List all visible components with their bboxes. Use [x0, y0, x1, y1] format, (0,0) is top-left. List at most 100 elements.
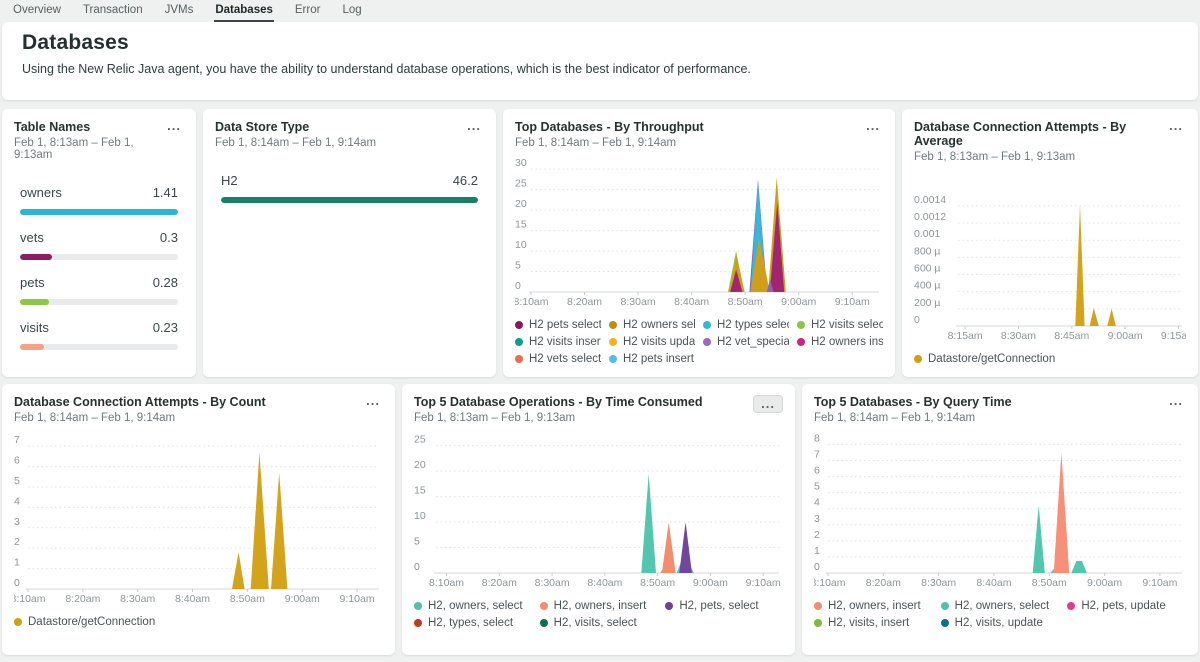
legend-item[interactable]: H2 owners select	[609, 319, 695, 331]
legend-item[interactable]: H2, owners, insert	[814, 600, 933, 612]
bar-value: 0.28	[153, 275, 178, 290]
bar-list: owners1.41vets0.3pets0.28visits0.23	[14, 167, 184, 350]
bar-list: H246.2	[215, 155, 484, 203]
legend-item[interactable]: H2, visits, insert	[814, 617, 933, 629]
legend-item[interactable]: H2, types, select	[414, 617, 532, 629]
connection-count-chart[interactable]: 012345678:10am8:20am8:30am8:40am8:50am9:…	[14, 432, 383, 606]
legend-label: H2 owners select	[623, 319, 695, 331]
legend-item[interactable]: H2 visits insert	[515, 336, 601, 348]
ellipsis-menu-icon[interactable]: ...	[363, 395, 383, 407]
legend-color-dot	[515, 355, 523, 363]
nav-tab-databases[interactable]: Databases	[214, 0, 274, 22]
top-tab-bar: Overview Transaction JVMs Databases Error Log	[0, 0, 1200, 22]
legend-item[interactable]: H2 pets select	[515, 319, 601, 331]
x-axis-label: 8:15am	[948, 330, 983, 342]
legend-item[interactable]: H2 pets insert	[609, 353, 695, 365]
legend-color-dot	[814, 619, 822, 627]
legend-item[interactable]: H2 vet_specialti…	[703, 336, 789, 348]
legend-label: H2 owners insert	[811, 336, 883, 348]
y-axis-label: 5	[814, 481, 820, 493]
legend-item[interactable]: H2 types select	[703, 319, 789, 331]
nav-tab-transaction[interactable]: Transaction	[82, 0, 144, 22]
y-axis-label: 4	[814, 497, 820, 509]
ellipsis-menu-icon[interactable]: ...	[464, 120, 484, 132]
legend-item[interactable]: H2 owners insert	[797, 336, 883, 348]
chart-series-area	[1071, 561, 1087, 573]
legend-label: H2, visits, update	[955, 617, 1043, 629]
y-axis-label: 0	[414, 561, 420, 573]
connection-average-chart[interactable]: 0200 µ400 µ600 µ800 µ0.0010.00120.00148:…	[914, 193, 1186, 343]
page-description: Using the New Relic Java agent, you have…	[22, 62, 1178, 76]
y-axis-label: 0.0014	[914, 194, 946, 206]
y-axis-label: 15	[414, 485, 426, 497]
time-consumed-chart[interactable]: 05101520258:10am8:20am8:30am8:40am8:50am…	[414, 432, 783, 590]
y-axis-label: 7	[814, 449, 820, 461]
chart-series-area	[251, 452, 269, 589]
legend-item[interactable]: H2 visits select	[797, 319, 883, 331]
y-axis-label: 30	[515, 157, 527, 169]
ellipsis-menu-icon[interactable]: ...	[1166, 120, 1186, 132]
nav-tab-error[interactable]: Error	[294, 0, 322, 22]
legend-item[interactable]: H2, owners, select	[414, 600, 532, 612]
throughput-chart[interactable]: 0510152025308:10am8:20am8:30am8:40am8:50…	[515, 157, 883, 309]
nav-tab-jvms[interactable]: JVMs	[164, 0, 195, 22]
legend-item[interactable]: Datastore/getConnection	[14, 616, 383, 628]
card-date-range: Feb 1, 8:13am – Feb 1, 9:13am	[14, 137, 164, 161]
nav-tab-log[interactable]: Log	[341, 0, 362, 22]
card-date-range: Feb 1, 8:13am – Feb 1, 9:13am	[414, 412, 703, 424]
y-axis-label: 0.001	[914, 228, 940, 240]
legend-color-dot	[414, 602, 422, 610]
y-axis-label: 10	[515, 239, 527, 251]
bar-track	[20, 209, 178, 215]
y-axis-label: 8	[814, 432, 820, 444]
x-axis-label: 8:20am	[567, 296, 602, 308]
card-date-range: Feb 1, 8:13am – Feb 1, 9:13am	[914, 151, 1166, 163]
legend-item[interactable]: H2, pets, update	[1067, 600, 1186, 612]
legend-color-dot	[540, 619, 548, 627]
ellipsis-menu-icon[interactable]: ...	[753, 395, 783, 413]
y-axis-label: 5	[515, 260, 521, 272]
bar-track	[221, 197, 478, 203]
ellipsis-menu-icon[interactable]: ...	[1166, 395, 1186, 407]
y-axis-label: 5	[414, 536, 420, 548]
chart-canvas: 05101520258:10am8:20am8:30am8:40am8:50am…	[414, 432, 783, 590]
legend-label: H2, owners, insert	[554, 600, 647, 612]
legend-item[interactable]: H2, visits, select	[540, 617, 658, 629]
x-axis-label: 8:30am	[120, 593, 155, 605]
legend-label: Datastore/getConnection	[28, 616, 155, 628]
bar-row: pets0.28	[14, 275, 184, 305]
legend-item[interactable]: H2, visits, update	[941, 617, 1060, 629]
y-axis-label: 0	[14, 577, 20, 589]
legend-color-dot	[515, 338, 523, 346]
legend-label: H2 pets select	[529, 319, 601, 331]
ellipsis-menu-icon[interactable]: ...	[164, 120, 184, 132]
x-axis-label: 9:00am	[693, 577, 728, 589]
ellipsis-menu-icon[interactable]: ...	[863, 120, 883, 132]
legend-item[interactable]: H2 visits update	[609, 336, 695, 348]
chart-series-area	[1075, 205, 1084, 326]
legend-item[interactable]: H2, owners, select	[941, 600, 1060, 612]
chart-series-area	[679, 522, 692, 573]
query-time-chart[interactable]: 0123456788:10am8:20am8:30am8:40am8:50am9…	[814, 432, 1186, 590]
card-top-databases-throughput: Top Databases - By Throughput Feb 1, 8:1…	[503, 109, 895, 377]
nav-tab-overview[interactable]: Overview	[12, 0, 62, 22]
bar-fill	[20, 254, 52, 260]
bar-track	[20, 254, 178, 260]
y-axis-label: 25	[414, 434, 426, 446]
legend-color-dot	[540, 602, 548, 610]
legend-item[interactable]: H2, owners, insert	[540, 600, 658, 612]
x-axis-label: 8:10am	[14, 593, 46, 605]
bar-value: 0.23	[153, 320, 178, 335]
x-axis-label: 8:30am	[1001, 330, 1036, 342]
x-axis-label: 9:15am	[1161, 330, 1186, 342]
chart-series-area	[1090, 308, 1099, 326]
legend-item[interactable]: H2, pets, select	[665, 600, 783, 612]
chart-series-area	[1054, 453, 1070, 574]
legend-item[interactable]: Datastore/getConnection	[914, 353, 1186, 365]
legend-color-dot	[515, 321, 523, 329]
legend-color-dot	[414, 619, 422, 627]
legend-item[interactable]: H2 vets select	[515, 353, 601, 365]
bar-fill	[20, 344, 44, 350]
chart-series-area	[271, 473, 287, 589]
x-axis-label: 8:10am	[814, 577, 846, 589]
